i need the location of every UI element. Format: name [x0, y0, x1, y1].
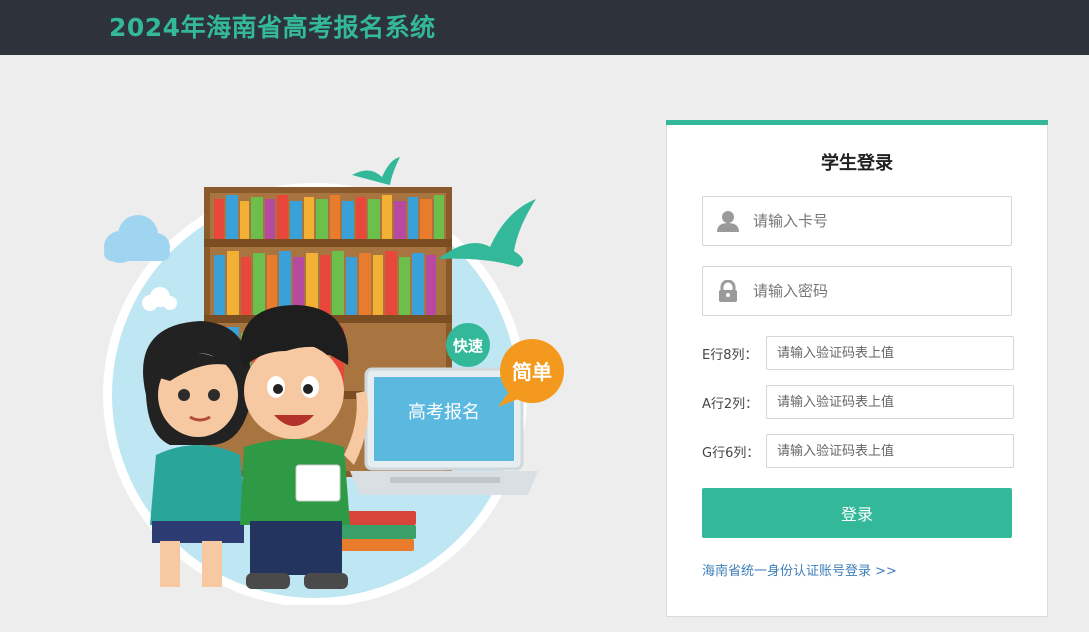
user-icon [717, 211, 739, 232]
card-number-input[interactable] [753, 205, 1003, 237]
captcha-input-1[interactable] [766, 336, 1014, 370]
login-title: 学生登录 [821, 153, 893, 174]
top-header-bar: 2024年海南省高考报名系统 [0, 0, 1089, 55]
lock-icon [719, 280, 737, 302]
eagle-icon [438, 199, 536, 267]
captcha-label-3: G行6列： [702, 446, 760, 461]
login-button[interactable]: 登录 [702, 488, 1012, 538]
password-field[interactable] [702, 266, 1012, 316]
password-input[interactable] [753, 275, 1003, 307]
card-number-field[interactable] [702, 196, 1012, 246]
captcha-row-3: G行6列： [702, 434, 1014, 468]
bird-icon [352, 157, 400, 185]
captcha-label-2: A行2列： [702, 397, 759, 412]
unified-identity-login-link[interactable]: 海南省统一身份认证账号登录 >> [702, 560, 897, 579]
captcha-row-2: A行2列： [702, 385, 1014, 419]
captcha-label-1: E行8列： [702, 348, 758, 363]
captcha-row-1: E行8列： [702, 336, 1014, 370]
bubble-fast-text: 快速 [453, 337, 483, 355]
bubble-simple-text: 简单 [512, 360, 552, 384]
login-panel-accent-bar [666, 120, 1048, 125]
laptop-screen-text: 高考报名 [408, 402, 480, 423]
captcha-input-3[interactable] [766, 434, 1014, 468]
site-title: 2024年海南省高考报名系统 [109, 13, 436, 42]
students-illustration: 高考报名 快速 简单 [103, 157, 564, 605]
login-panel: 学生登录 E行8列： A行2列： G行6列： 登录 海南省统一身份认证账号登录 … [666, 120, 1048, 617]
cloud-icon [104, 215, 170, 263]
captcha-input-2[interactable] [766, 385, 1014, 419]
